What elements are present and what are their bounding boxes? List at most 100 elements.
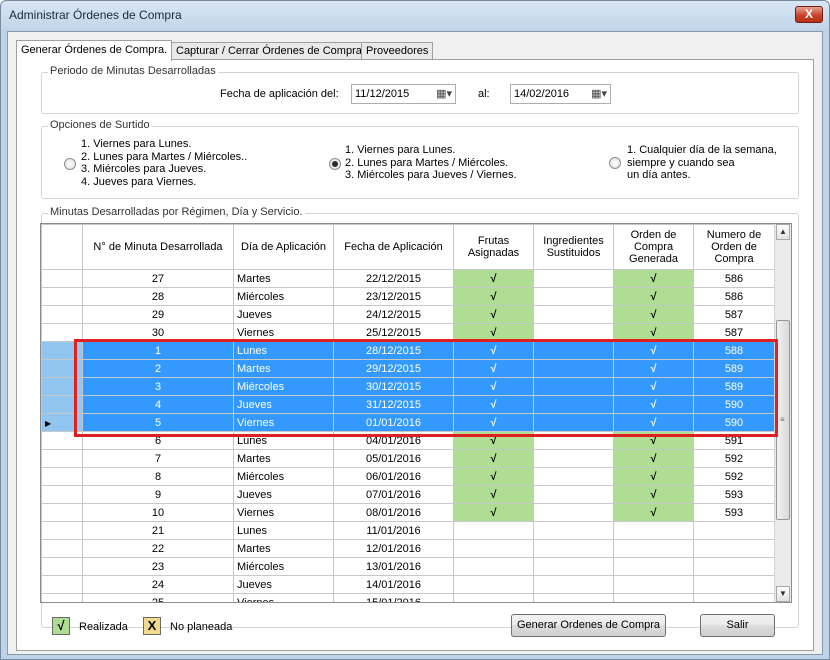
cell-numero-orden[interactable]: [693, 521, 775, 540]
table-row[interactable]: 6 Lunes 04/01/2016 √ √ 591: [41, 431, 775, 450]
title-bar[interactable]: Administrar Órdenes de Compra X: [1, 1, 829, 29]
scroll-down-icon[interactable]: ▼: [776, 586, 790, 602]
cell-num-minuta[interactable]: 5: [82, 413, 234, 432]
cell-dia[interactable]: Jueves: [233, 485, 334, 504]
cell-fecha[interactable]: 22/12/2015: [333, 269, 454, 288]
cell-numero-orden[interactable]: [693, 557, 775, 576]
cell-orden-generada[interactable]: [613, 521, 694, 540]
cell-numero-orden[interactable]: 587: [693, 305, 775, 324]
cell-orden-generada[interactable]: √: [613, 269, 694, 288]
fecha-desde-picker[interactable]: 11/12/2015 ▦▾: [351, 84, 456, 104]
option-1-text[interactable]: 1. Viernes para Lunes. 2. Lunes para Mar…: [81, 138, 247, 188]
cell-dia[interactable]: Martes: [233, 359, 334, 378]
row-header[interactable]: [41, 503, 83, 522]
option-3-radio[interactable]: [609, 157, 621, 169]
minutas-grid[interactable]: N° de Minuta Desarrollada Día de Aplicac…: [40, 223, 792, 603]
row-header[interactable]: [41, 575, 83, 594]
cell-numero-orden[interactable]: [693, 593, 775, 602]
cell-ingredientes[interactable]: [533, 269, 614, 288]
option-2-text[interactable]: 1. Viernes para Lunes. 2. Lunes para Mar…: [345, 144, 517, 182]
cell-fecha[interactable]: 14/01/2016: [333, 575, 454, 594]
column-header-frutas[interactable]: Frutas Asignadas: [453, 224, 534, 270]
cell-ingredientes[interactable]: [533, 359, 614, 378]
cell-ingredientes[interactable]: [533, 395, 614, 414]
cell-numero-orden[interactable]: [693, 539, 775, 558]
column-header-numero-orden[interactable]: Numero de Orden de Compra: [693, 224, 775, 270]
option-3-text[interactable]: 1. Cualquier día de la semana, siempre y…: [627, 144, 777, 182]
cell-frutas[interactable]: √: [453, 413, 534, 432]
cell-frutas[interactable]: √: [453, 503, 534, 522]
table-row[interactable]: 29 Jueves 24/12/2015 √ √ 587: [41, 305, 775, 324]
cell-orden-generada[interactable]: [613, 557, 694, 576]
generar-ordenes-button[interactable]: Generar Ordenes de Compra: [511, 614, 666, 637]
cell-num-minuta[interactable]: 30: [82, 323, 234, 342]
cell-fecha[interactable]: 25/12/2015: [333, 323, 454, 342]
row-header[interactable]: [41, 449, 83, 468]
cell-ingredientes[interactable]: [533, 305, 614, 324]
cell-fecha[interactable]: 24/12/2015: [333, 305, 454, 324]
cell-num-minuta[interactable]: 25: [82, 593, 234, 602]
row-header[interactable]: [41, 557, 83, 576]
row-header[interactable]: [41, 539, 83, 558]
row-header[interactable]: [41, 377, 83, 396]
salir-button[interactable]: Salir: [700, 614, 775, 637]
cell-frutas[interactable]: √: [453, 323, 534, 342]
cell-num-minuta[interactable]: 29: [82, 305, 234, 324]
cell-frutas[interactable]: √: [453, 395, 534, 414]
cell-frutas[interactable]: √: [453, 431, 534, 450]
cell-dia[interactable]: Jueves: [233, 575, 334, 594]
cell-fecha[interactable]: 11/01/2016: [333, 521, 454, 540]
cell-dia[interactable]: Miércoles: [233, 557, 334, 576]
cell-dia[interactable]: Viernes: [233, 593, 334, 602]
cell-fecha[interactable]: 05/01/2016: [333, 449, 454, 468]
option-2-radio[interactable]: [329, 158, 341, 170]
cell-frutas[interactable]: [453, 539, 534, 558]
table-row[interactable]: 7 Martes 05/01/2016 √ √ 592: [41, 449, 775, 468]
cell-ingredientes[interactable]: [533, 485, 614, 504]
row-header[interactable]: [41, 467, 83, 486]
cell-fecha[interactable]: 13/01/2016: [333, 557, 454, 576]
cell-numero-orden[interactable]: 587: [693, 323, 775, 342]
table-row[interactable]: 10 Viernes 08/01/2016 √ √ 593: [41, 503, 775, 522]
cell-num-minuta[interactable]: 24: [82, 575, 234, 594]
cell-fecha[interactable]: 06/01/2016: [333, 467, 454, 486]
calendar-icon[interactable]: ▦▾: [436, 87, 452, 100]
cell-orden-generada[interactable]: √: [613, 503, 694, 522]
cell-orden-generada[interactable]: √: [613, 341, 694, 360]
table-row[interactable]: 27 Martes 22/12/2015 √ √ 586: [41, 269, 775, 288]
cell-dia[interactable]: Miércoles: [233, 467, 334, 486]
column-header-orden-generada[interactable]: Orden de Compra Generada: [613, 224, 694, 270]
cell-orden-generada[interactable]: √: [613, 485, 694, 504]
cell-num-minuta[interactable]: 23: [82, 557, 234, 576]
row-header[interactable]: [41, 341, 83, 360]
tab-generar-ordenes[interactable]: Generar Órdenes de Compra.: [16, 40, 173, 61]
cell-orden-generada[interactable]: √: [613, 287, 694, 306]
cell-ingredientes[interactable]: [533, 413, 614, 432]
cell-frutas[interactable]: √: [453, 359, 534, 378]
cell-ingredientes[interactable]: [533, 431, 614, 450]
cell-orden-generada[interactable]: √: [613, 431, 694, 450]
row-header[interactable]: [41, 323, 83, 342]
cell-num-minuta[interactable]: 7: [82, 449, 234, 468]
cell-frutas[interactable]: [453, 593, 534, 602]
cell-numero-orden[interactable]: 590: [693, 413, 775, 432]
scroll-up-icon[interactable]: ▲: [776, 224, 790, 240]
cell-fecha[interactable]: 31/12/2015: [333, 395, 454, 414]
cell-orden-generada[interactable]: √: [613, 449, 694, 468]
cell-num-minuta[interactable]: 21: [82, 521, 234, 540]
table-row[interactable]: ▶ 5 Viernes 01/01/2016 √ √ 590: [41, 413, 775, 432]
cell-numero-orden[interactable]: 586: [693, 269, 775, 288]
table-row[interactable]: 3 Miércoles 30/12/2015 √ √ 589: [41, 377, 775, 396]
tab-proveedores[interactable]: Proveedores: [361, 42, 434, 60]
table-row[interactable]: 2 Martes 29/12/2015 √ √ 589: [41, 359, 775, 378]
cell-ingredientes[interactable]: [533, 539, 614, 558]
cell-orden-generada[interactable]: √: [613, 359, 694, 378]
cell-ingredientes[interactable]: [533, 323, 614, 342]
cell-frutas[interactable]: √: [453, 341, 534, 360]
row-header[interactable]: [41, 359, 83, 378]
cell-frutas[interactable]: √: [453, 485, 534, 504]
cell-orden-generada[interactable]: √: [613, 395, 694, 414]
cell-numero-orden[interactable]: 588: [693, 341, 775, 360]
cell-fecha[interactable]: 30/12/2015: [333, 377, 454, 396]
cell-ingredientes[interactable]: [533, 557, 614, 576]
